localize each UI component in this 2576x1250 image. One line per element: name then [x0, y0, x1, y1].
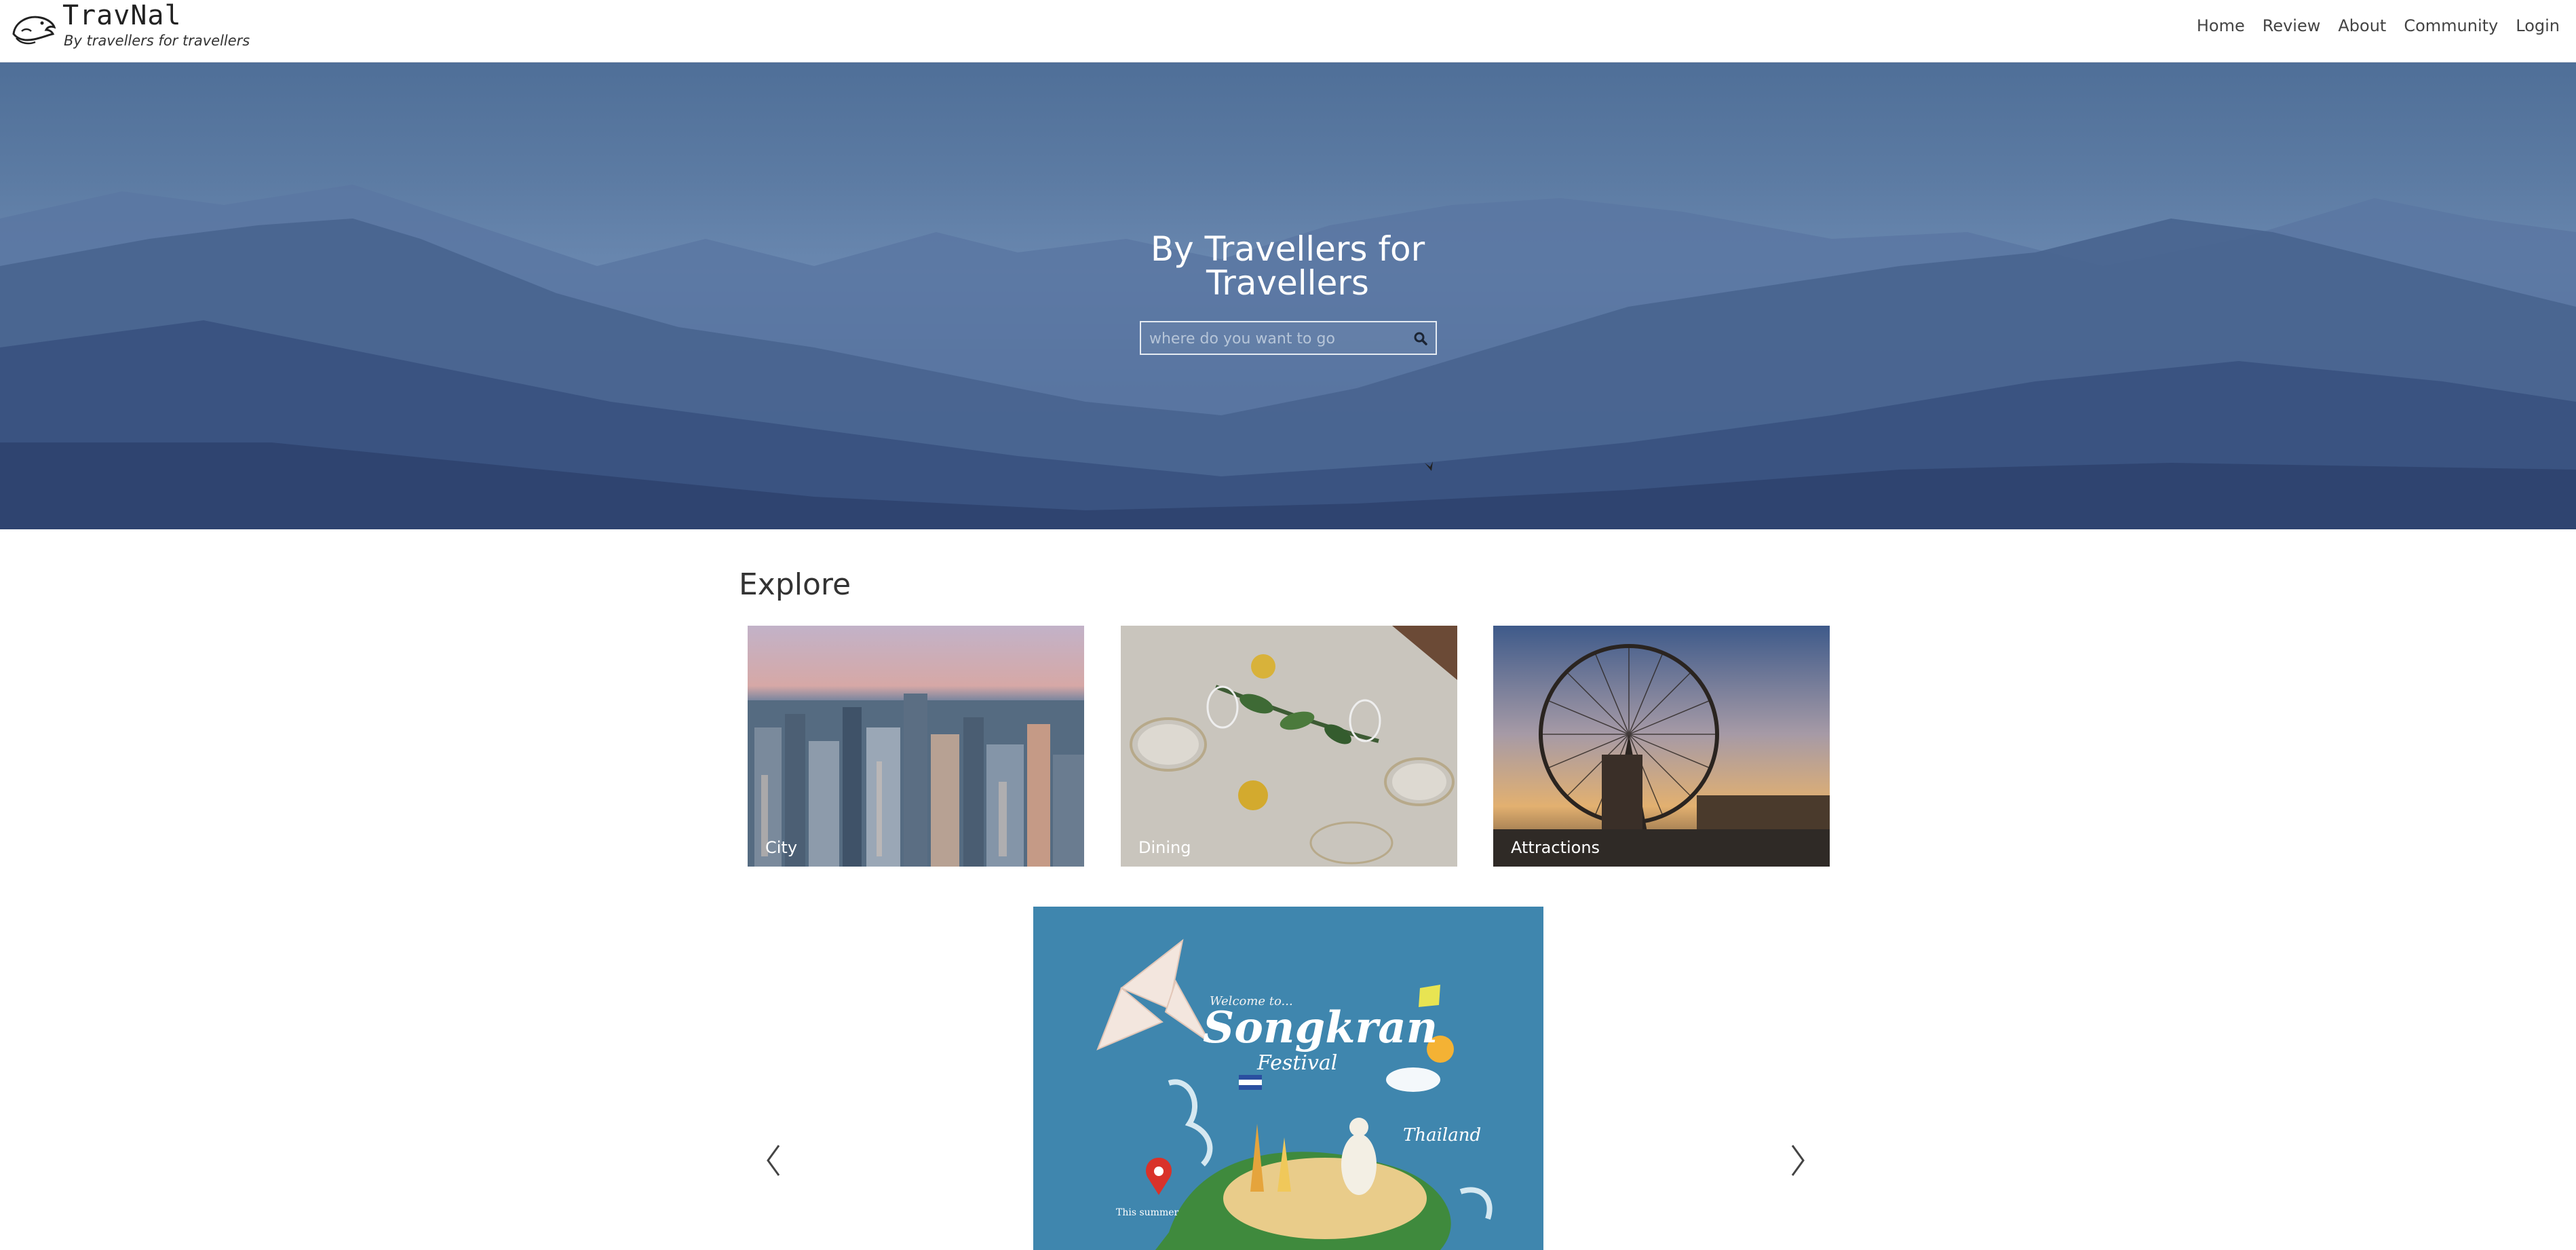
search-icon[interactable]: [1411, 329, 1430, 348]
nav-community-link[interactable]: Community: [2404, 16, 2498, 35]
hero-title-line2: Travellers: [1206, 263, 1369, 303]
hero-banner: By Travellers for Travellers: [0, 62, 2576, 529]
explore-card-attractions[interactable]: Attractions: [1493, 626, 1830, 867]
search-box: [1140, 321, 1437, 355]
explore-card-dining[interactable]: Dining: [1121, 626, 1457, 867]
songkran-festival-image: Welcome to...SongkranFestivalThailandThi…: [1033, 907, 1543, 1250]
card-label-city: City: [765, 838, 798, 857]
nav-review-link[interactable]: Review: [2263, 16, 2321, 35]
card-label-dining: Dining: [1138, 838, 1191, 857]
carousel-slide[interactable]: Welcome to... Songkran Festival Thailand Thi…: [1033, 907, 1543, 1250]
slide-heading-text: Songkran: [1203, 1002, 1438, 1053]
navbar: TravNal By travellers for travellers Hom…: [0, 0, 2576, 62]
dolphin-logo-icon[interactable]: [8, 4, 60, 56]
chevron-right-icon[interactable]: [1784, 1140, 1811, 1181]
slide-country-text: Thailand: [1403, 1125, 1481, 1145]
brand-name[interactable]: TravNal: [62, 0, 182, 31]
city-image: [748, 626, 1084, 867]
hero-title: By Travellers for Travellers: [1084, 232, 1491, 300]
attractions-image: [1493, 626, 1830, 867]
card-label-attractions: Attractions: [1511, 838, 1600, 857]
hero-title-line1: By Travellers for: [1150, 229, 1425, 269]
explore-title: Explore: [739, 567, 851, 602]
chevron-left-icon[interactable]: [760, 1140, 787, 1181]
nav-home-link[interactable]: Home: [2197, 16, 2245, 35]
nav-about-link[interactable]: About: [2338, 16, 2386, 35]
search-input[interactable]: [1149, 329, 1400, 348]
brand-tagline: By travellers for travellers: [64, 33, 250, 49]
nav-login-link[interactable]: Login: [2516, 16, 2560, 35]
slide-subheading-text: Festival: [1256, 1051, 1337, 1075]
explore-card-city[interactable]: City: [748, 626, 1084, 867]
dining-image: [1121, 626, 1457, 867]
main-nav: Home Review About Community Login: [2179, 16, 2560, 35]
slide-note-text: This summer: [1116, 1207, 1179, 1218]
